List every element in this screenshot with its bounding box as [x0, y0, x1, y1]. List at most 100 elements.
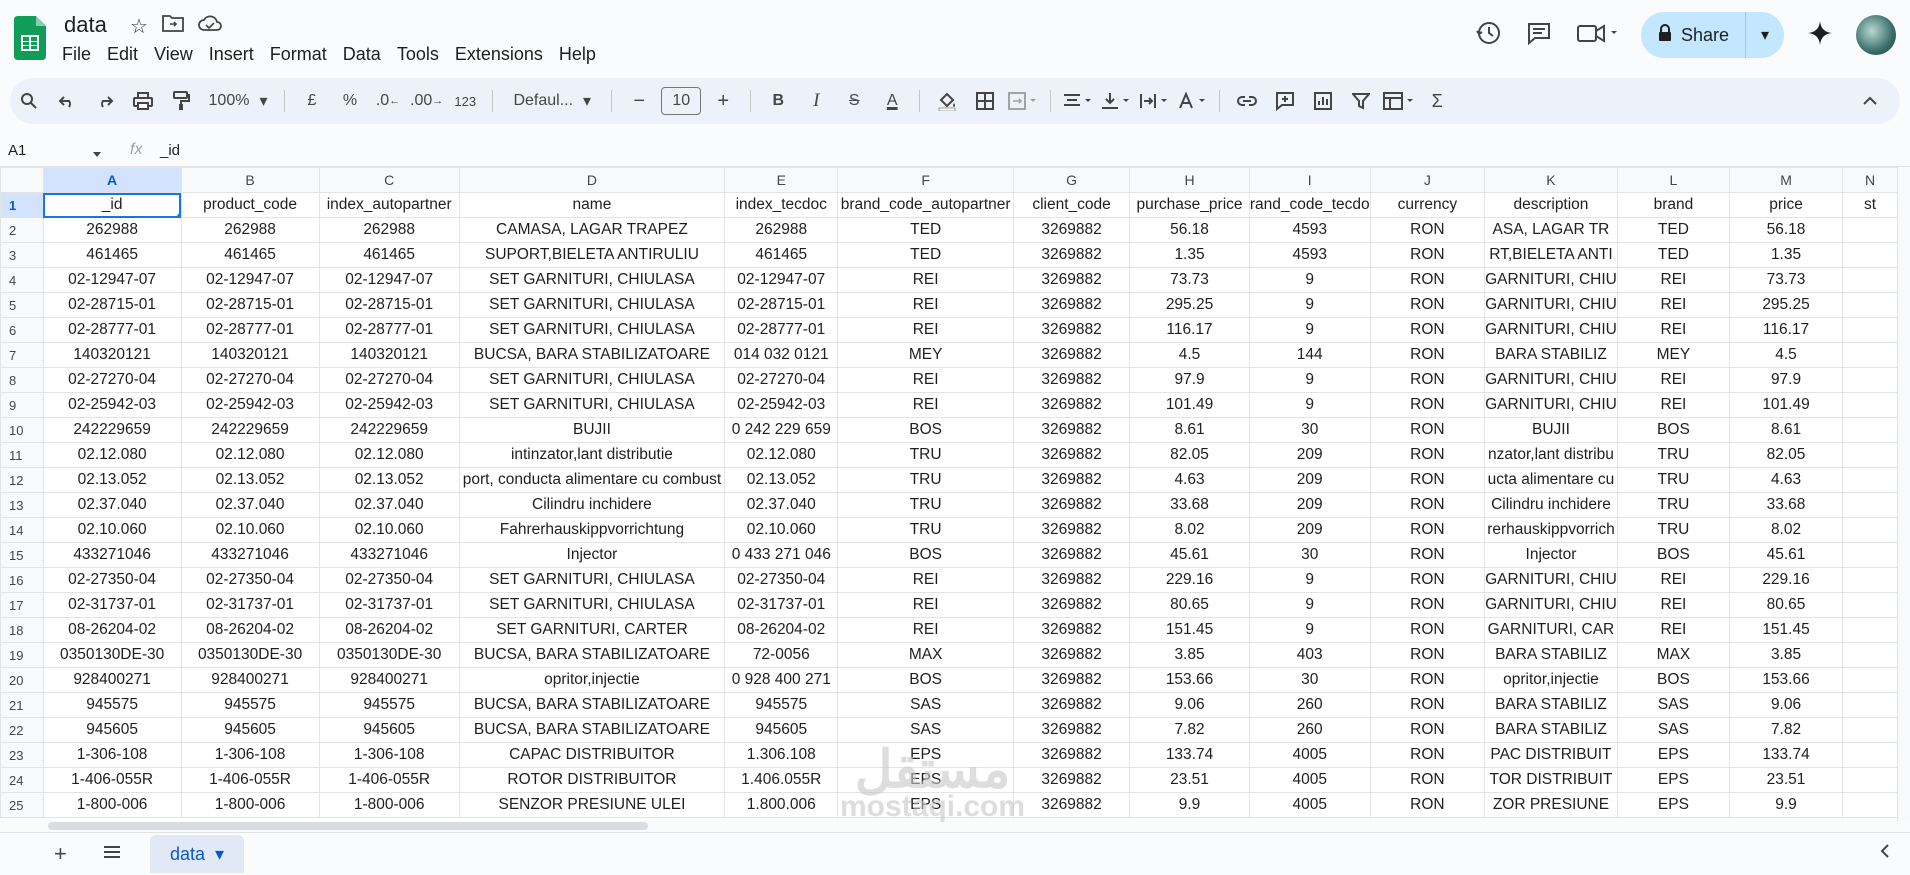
cell[interactable]: 229.16 — [1729, 567, 1844, 593]
cell[interactable]: 9 — [1248, 392, 1371, 418]
cell[interactable]: 014 032 0121 — [724, 342, 839, 368]
cell[interactable]: EPS — [1616, 742, 1731, 768]
cell[interactable]: 56.18 — [1129, 217, 1250, 243]
cell[interactable]: RON — [1369, 442, 1486, 468]
font-size-input[interactable]: 10 — [661, 85, 702, 117]
cell[interactable]: 9.06 — [1129, 692, 1250, 718]
cell[interactable]: 02-27350-04 — [180, 567, 320, 593]
cell[interactable] — [1842, 217, 1898, 243]
cell[interactable]: 3269882 — [1012, 467, 1131, 493]
row-header[interactable]: 20 — [0, 667, 44, 693]
row-header[interactable]: 2 — [0, 217, 44, 243]
cell[interactable]: 1-306-108 — [180, 742, 320, 768]
cell[interactable]: 02-27350-04 — [42, 567, 182, 593]
cell[interactable] — [1842, 492, 1898, 518]
functions-button[interactable]: Σ — [1421, 85, 1453, 117]
cloud-status-icon[interactable] — [198, 14, 222, 39]
cell[interactable]: 101.49 — [1729, 392, 1844, 418]
row-header[interactable]: 16 — [0, 567, 44, 593]
cell[interactable] — [1842, 717, 1898, 743]
column-header-a[interactable]: A — [42, 167, 182, 193]
cell[interactable]: Cilindru inchidere — [458, 492, 726, 518]
cell[interactable]: 3269882 — [1012, 242, 1131, 268]
cell[interactable]: GARNITURI, CHIU — [1484, 592, 1618, 618]
text-rotation-icon[interactable] — [1176, 85, 1208, 117]
row-header[interactable]: 1 — [0, 192, 44, 218]
cell[interactable]: 02-27270-04 — [724, 367, 839, 393]
cell[interactable]: 9.9 — [1729, 792, 1844, 818]
column-header-f[interactable]: F — [837, 167, 1014, 193]
menu-tools[interactable]: Tools — [391, 40, 445, 69]
cell[interactable]: 02-25942-03 — [180, 392, 320, 418]
menu-data[interactable]: Data — [337, 40, 387, 69]
cell[interactable]: 0 928 400 271 — [724, 667, 839, 693]
horizontal-align-icon[interactable] — [1062, 85, 1094, 117]
cell[interactable]: SET GARNITURI, CHIULASA — [458, 392, 726, 418]
cell[interactable]: SAS — [1616, 692, 1731, 718]
cell[interactable]: GARNITURI, CHIU — [1484, 267, 1618, 293]
italic-button[interactable]: I — [800, 85, 832, 117]
cell[interactable]: EPS — [1616, 767, 1731, 793]
cell[interactable]: TRU — [837, 517, 1014, 543]
cell[interactable]: RON — [1369, 317, 1486, 343]
cell[interactable]: 02-31737-01 — [42, 592, 182, 618]
text-color-button[interactable]: A — [876, 85, 908, 117]
column-header-e[interactable]: E — [724, 167, 839, 193]
row-header[interactable]: 14 — [0, 517, 44, 543]
cell[interactable]: 02-28777-01 — [180, 317, 320, 343]
fill-color-icon[interactable] — [931, 85, 963, 117]
cell[interactable]: 02.37.040 — [180, 492, 320, 518]
cell[interactable]: 4005 — [1248, 767, 1371, 793]
insert-chart-icon[interactable] — [1307, 85, 1339, 117]
cell[interactable]: RON — [1369, 392, 1486, 418]
cell[interactable]: REI — [1616, 392, 1731, 418]
cell[interactable]: 02.12.080 — [180, 442, 320, 468]
row-header[interactable]: 24 — [0, 767, 44, 793]
cell[interactable]: BUJII — [1484, 417, 1618, 443]
cell[interactable]: nzator,lant distribu — [1484, 442, 1618, 468]
cell[interactable]: RON — [1369, 517, 1486, 543]
cell[interactable]: 02.10.060 — [724, 517, 839, 543]
cell[interactable]: RON — [1369, 342, 1486, 368]
cell[interactable]: 229.16 — [1129, 567, 1250, 593]
cell[interactable]: 9 — [1248, 592, 1371, 618]
add-sheet-button[interactable]: + — [54, 841, 67, 867]
cell[interactable]: ROTOR DISTRIBUITOR — [458, 767, 726, 793]
cell[interactable]: RON — [1369, 267, 1486, 293]
row-header[interactable]: 18 — [0, 617, 44, 643]
all-sheets-icon[interactable] — [102, 843, 122, 866]
cell[interactable]: 3269882 — [1012, 492, 1131, 518]
print-icon[interactable] — [127, 85, 159, 117]
cell[interactable]: MEY — [837, 342, 1014, 368]
row-header[interactable]: 5 — [0, 292, 44, 318]
cell[interactable]: opritor,injectie — [1484, 667, 1618, 693]
cell[interactable]: 262988 — [724, 217, 839, 243]
chevron-down-icon[interactable] — [92, 146, 102, 164]
cell[interactable]: 02.13.052 — [180, 467, 320, 493]
cell[interactable]: 3269882 — [1012, 717, 1131, 743]
column-header-d[interactable]: D — [458, 167, 726, 193]
cell[interactable]: brand — [1616, 192, 1731, 218]
cell[interactable]: 209 — [1248, 442, 1371, 468]
column-header-j[interactable]: J — [1369, 167, 1486, 193]
cell[interactable]: 3269882 — [1012, 267, 1131, 293]
cell[interactable]: SENZOR PRESIUNE ULEI — [458, 792, 726, 818]
cell[interactable]: 02-28715-01 — [180, 292, 320, 318]
cell[interactable]: 133.74 — [1129, 742, 1250, 768]
cell[interactable]: 02-27270-04 — [318, 367, 460, 393]
cell[interactable]: 02-28715-01 — [724, 292, 839, 318]
cell[interactable]: RON — [1369, 667, 1486, 693]
column-header-k[interactable]: K — [1484, 167, 1618, 193]
cell[interactable]: 02-25942-03 — [724, 392, 839, 418]
cell[interactable]: 403 — [1248, 642, 1371, 668]
undo-icon[interactable] — [51, 85, 83, 117]
cell[interactable] — [1842, 517, 1898, 543]
star-icon[interactable]: ☆ — [130, 14, 148, 39]
cell[interactable]: 72-0056 — [724, 642, 839, 668]
cell[interactable]: 02.13.052 — [318, 467, 460, 493]
cell[interactable]: RON — [1369, 242, 1486, 268]
row-header[interactable]: 22 — [0, 717, 44, 743]
cell[interactable] — [1842, 742, 1898, 768]
cell[interactable]: 80.65 — [1129, 592, 1250, 618]
cell[interactable]: BOS — [1616, 542, 1731, 568]
